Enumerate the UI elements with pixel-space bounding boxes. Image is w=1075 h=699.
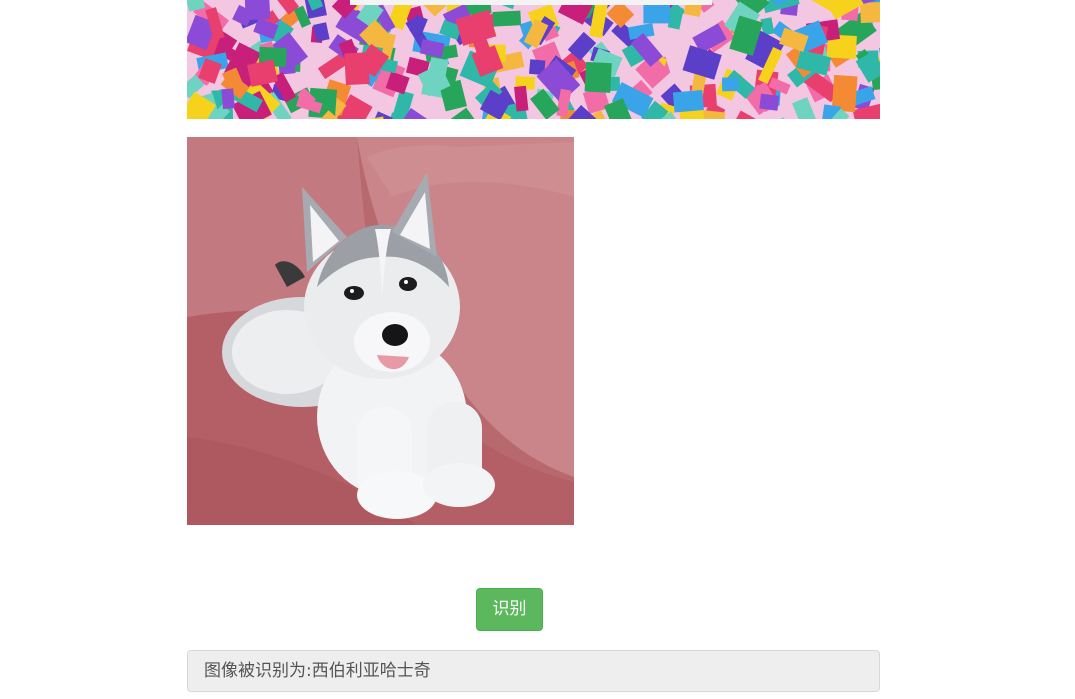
confetti-piece: [221, 88, 235, 109]
recognize-button[interactable]: 识别: [476, 588, 543, 631]
recognition-result: 图像被识别为:西伯利亚哈士奇: [187, 650, 880, 692]
confetti-piece: [244, 0, 271, 21]
confetti-piece: [721, 77, 739, 92]
confetti-piece: [759, 93, 780, 111]
confetti-banner-image: [187, 0, 880, 119]
confetti-piece: [492, 10, 522, 27]
confetti-piece: [584, 61, 612, 93]
confetti-piece: [859, 1, 880, 24]
confetti-piece: [672, 89, 704, 113]
uploaded-dog-photo: [187, 137, 574, 525]
page: 识别 图像被识别为:西伯利亚哈士奇: [0, 0, 1075, 699]
